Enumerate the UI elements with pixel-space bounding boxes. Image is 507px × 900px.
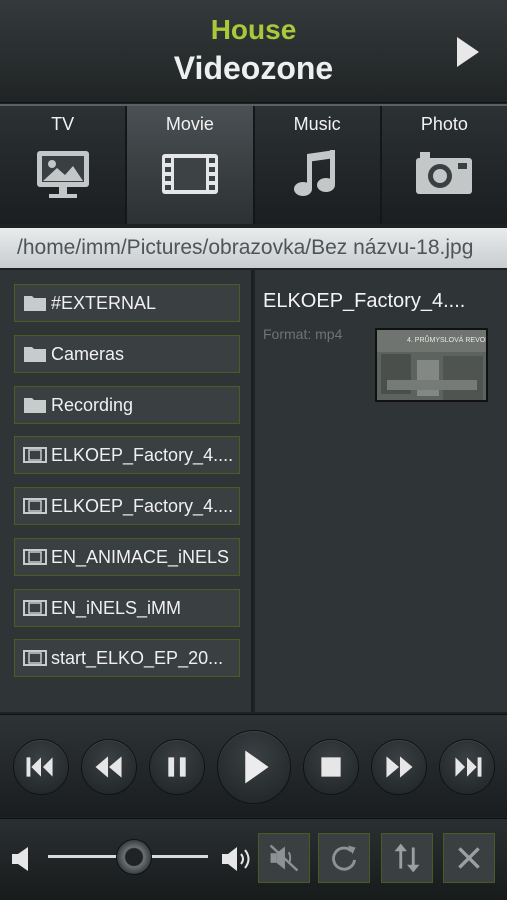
- tab-label: TV: [51, 114, 75, 134]
- rewind-icon: [95, 756, 122, 778]
- music-note-icon: [294, 150, 336, 196]
- pause-button[interactable]: [149, 739, 205, 795]
- play-arrow-icon[interactable]: [453, 34, 483, 70]
- close-icon: [458, 847, 480, 869]
- film-icon: [23, 498, 47, 514]
- rewind-button[interactable]: [81, 739, 137, 795]
- speaker-high-icon: [222, 847, 250, 871]
- folder-icon: [24, 296, 46, 311]
- list-item[interactable]: EN_iNELS_iMM: [14, 589, 240, 627]
- tab-label: Movie: [165, 114, 214, 134]
- skip-previous-button[interactable]: [13, 739, 69, 795]
- item-name: Recording: [51, 394, 134, 415]
- folder-icon: [24, 398, 46, 413]
- item-name: ELKOEP_Factory_4....: [51, 495, 234, 516]
- sort-arrows-icon: [394, 843, 420, 873]
- film-icon: [23, 549, 47, 565]
- fast-forward-icon: [386, 756, 413, 778]
- list-item[interactable]: ELKOEP_Factory_4....: [14, 436, 240, 474]
- speaker-low-icon: [12, 847, 28, 871]
- list-item[interactable]: Cameras: [14, 335, 240, 373]
- media-tabs: TV Movie Music Photo: [0, 104, 507, 224]
- volume-bar: [0, 818, 507, 900]
- list-item[interactable]: #EXTERNAL: [14, 284, 240, 322]
- video-thumbnail[interactable]: 4. PRŮMYSLOVÁ REVOLU: [375, 328, 488, 402]
- header: House Videozone: [0, 0, 507, 103]
- item-name: EN_ANIMACE_iNELS: [51, 546, 230, 567]
- tab-movie[interactable]: Movie: [127, 106, 253, 224]
- mute-icon: [269, 844, 299, 872]
- folder-icon: [24, 347, 46, 362]
- stop-button[interactable]: [303, 739, 359, 795]
- close-button[interactable]: [443, 833, 495, 883]
- list-item[interactable]: ELKOEP_Factory_4....: [14, 487, 240, 525]
- item-name: Cameras: [51, 343, 125, 364]
- film-icon: [23, 650, 47, 666]
- path-bar: /home/imm/Pictures/obrazovka/Bez názvu-1…: [0, 228, 507, 268]
- skip-previous-icon: [26, 757, 53, 777]
- transport-controls: [0, 714, 507, 817]
- thumbnail-caption: 4. PRŮMYSLOVÁ REVOLU: [407, 335, 488, 344]
- stop-icon: [321, 757, 341, 777]
- film-icon: [23, 447, 47, 463]
- thumbnail-image: 4. PRŮMYSLOVÁ REVOLU: [377, 330, 488, 400]
- sort-button[interactable]: [381, 833, 433, 883]
- mute-button[interactable]: [258, 833, 310, 883]
- repeat-icon: [332, 845, 356, 871]
- tv-monitor-icon: [36, 151, 89, 198]
- file-list: #EXTERNAL Cameras Recording ELKOEP_Facto…: [0, 270, 253, 712]
- tab-photo[interactable]: Photo: [381, 106, 507, 224]
- play-button[interactable]: [217, 730, 291, 804]
- tab-label: Music: [293, 114, 341, 134]
- skip-next-button[interactable]: [439, 739, 495, 795]
- list-item[interactable]: EN_ANIMACE_iNELS: [14, 538, 240, 576]
- item-name: #EXTERNAL: [51, 292, 157, 313]
- file-format: Format: mp4: [263, 326, 343, 342]
- zone-subtitle: House: [210, 14, 297, 45]
- tab-music[interactable]: Music: [254, 106, 380, 224]
- item-name: EN_iNELS_iMM: [51, 597, 182, 618]
- item-name: start_ELKO_EP_20...: [51, 647, 224, 668]
- tab-label: Photo: [420, 114, 468, 134]
- skip-next-icon: [455, 757, 482, 777]
- play-icon: [245, 750, 269, 784]
- item-name: ELKOEP_Factory_4....: [51, 444, 234, 465]
- film-icon: [23, 600, 47, 616]
- zone-title: Videozone: [173, 50, 334, 86]
- pause-icon: [168, 757, 186, 777]
- film-strip-icon: [161, 154, 218, 194]
- repeat-button[interactable]: [318, 833, 370, 883]
- camera-icon: [416, 152, 473, 194]
- volume-slider-thumb[interactable]: [116, 839, 152, 875]
- tab-tv[interactable]: TV: [0, 106, 126, 224]
- fast-forward-button[interactable]: [371, 739, 427, 795]
- selected-file-title: ELKOEP_Factory_4....: [263, 290, 466, 312]
- list-item[interactable]: Recording: [14, 386, 240, 424]
- detail-panel: ELKOEP_Factory_4.... Format: mp4 4. PRŮM…: [255, 270, 507, 712]
- list-item[interactable]: start_ELKO_EP_20...: [14, 639, 240, 677]
